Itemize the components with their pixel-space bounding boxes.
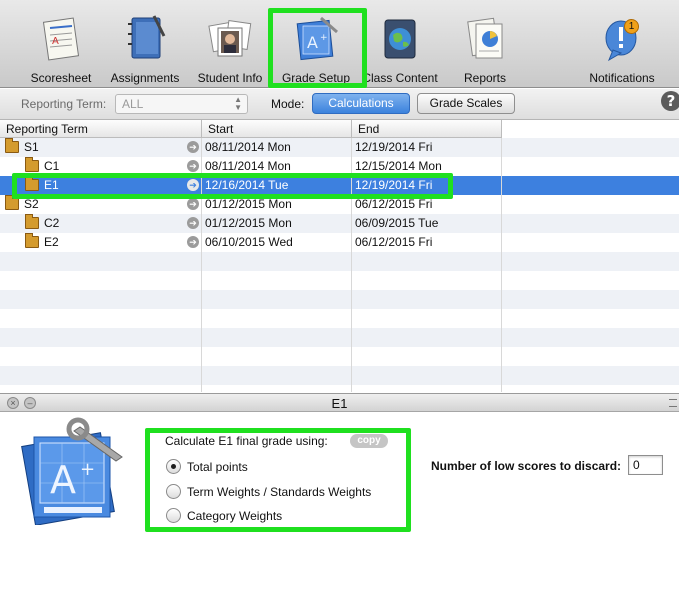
start-date: 01/12/2015 Mon xyxy=(205,216,292,230)
folder-icon xyxy=(25,233,39,248)
calculation-method-label: Calculate E1 final grade using: xyxy=(165,434,328,448)
low-scores-discard-label: Number of low scores to discard: xyxy=(431,459,622,473)
toolbar-student-info[interactable]: Student Info xyxy=(190,0,270,88)
toolbar-label: Assignments xyxy=(110,71,180,85)
toolbar-notifications[interactable]: 1 Notifications xyxy=(582,0,662,88)
go-arrow-icon[interactable]: ➔ xyxy=(187,141,199,153)
notifications-icon xyxy=(605,20,637,62)
toolbar-label: Notifications xyxy=(589,71,655,85)
term-name: S1 xyxy=(24,140,39,154)
column-header-reporting-term[interactable]: Reporting Term xyxy=(0,120,202,138)
term-name: E2 xyxy=(44,235,59,249)
scoresheet-icon: A xyxy=(42,17,80,61)
main-toolbar: A Scoresheet Assignments Student Info A … xyxy=(0,0,679,88)
start-date: 06/10/2015 Wed xyxy=(205,235,293,249)
svg-text:A: A xyxy=(52,36,59,47)
reporting-term-label: Reporting Term: xyxy=(21,97,107,111)
go-arrow-icon[interactable]: ➔ xyxy=(187,160,199,172)
grade-setup-blueprint-icon: A + xyxy=(21,417,123,525)
table-row-stripe xyxy=(0,252,679,271)
toolbar-class-content[interactable]: Class Content xyxy=(360,0,440,88)
column-divider xyxy=(501,138,502,392)
column-header-start[interactable]: Start xyxy=(202,120,352,138)
detail-pane-header: × – E1 xyxy=(0,393,679,412)
student-photos-icon xyxy=(208,20,252,57)
folder-icon xyxy=(5,195,19,210)
pane-title: E1 xyxy=(331,396,348,411)
notification-count-badge: 1 xyxy=(624,19,639,34)
reporting-term-select[interactable]: ALL ▲ ▼ xyxy=(115,94,248,114)
folder-icon xyxy=(25,214,39,229)
toolbar-label: Student Info xyxy=(197,71,263,85)
mode-label: Mode: xyxy=(271,97,305,111)
radio-label: Category Weights xyxy=(187,509,283,523)
radio-button[interactable] xyxy=(166,508,181,523)
assignments-notebook-icon xyxy=(128,15,166,59)
reporting-terms-table: Reporting Term Start End S1 ➔ 08/11/2014… xyxy=(0,120,679,392)
radio-label: Term Weights / Standards Weights xyxy=(187,485,372,499)
grade-setup-highlight xyxy=(268,8,367,88)
updown-arrows-icon: ▲ ▼ xyxy=(234,95,242,112)
table-row[interactable]: E2 ➔ 06/10/2015 Wed 06/12/2015 Fri xyxy=(0,233,679,252)
grade-scales-button[interactable]: Grade Scales xyxy=(417,93,515,114)
toolbar-reports[interactable]: Reports xyxy=(446,0,524,88)
toolbar-label: Reports xyxy=(463,71,507,85)
folder-icon xyxy=(5,138,19,153)
reports-chart-icon xyxy=(467,17,503,59)
end-date: 06/12/2015 Fri xyxy=(355,235,433,249)
svg-text:A: A xyxy=(50,458,76,502)
low-scores-discard-input[interactable]: 0 xyxy=(628,455,663,475)
column-header-end[interactable]: End xyxy=(352,120,502,138)
table-row[interactable]: S1 ➔ 08/11/2014 Mon 12/19/2014 Fri xyxy=(0,138,679,157)
radio-label: Total points xyxy=(187,460,248,474)
folder-icon xyxy=(25,157,39,172)
go-arrow-icon[interactable]: ➔ xyxy=(187,217,199,229)
radio-button-selected[interactable] xyxy=(166,459,181,474)
toolbar-scoresheet[interactable]: A Scoresheet xyxy=(20,0,102,88)
table-header: Reporting Term Start End xyxy=(0,120,502,138)
go-arrow-icon[interactable]: ➔ xyxy=(187,236,199,248)
toolbar-assignments[interactable]: Assignments xyxy=(104,0,186,88)
globe-icon xyxy=(384,19,416,59)
reporting-term-value: ALL xyxy=(122,97,144,111)
radio-button[interactable] xyxy=(166,484,181,499)
table-row-stripe xyxy=(0,290,679,309)
svg-text:+: + xyxy=(80,459,95,480)
end-date: 06/09/2015 Tue xyxy=(355,216,439,230)
table-row-stripe xyxy=(0,366,679,385)
selected-row-highlight xyxy=(12,173,453,199)
table-row-stripe xyxy=(0,328,679,347)
toolbar-label: Scoresheet xyxy=(30,71,92,85)
term-name: C2 xyxy=(44,216,60,230)
filter-bar: Reporting Term: ALL ▲ ▼ Mode: Calculation… xyxy=(0,89,679,120)
table-row[interactable]: C2 ➔ 01/12/2015 Mon 06/09/2015 Tue xyxy=(0,214,679,233)
go-arrow-icon[interactable]: ➔ xyxy=(187,198,199,210)
toolbar-label: Class Content xyxy=(362,71,438,85)
start-date: 08/11/2014 Mon xyxy=(205,140,291,154)
help-icon[interactable]: ? xyxy=(661,91,679,111)
calculations-button[interactable]: Calculations xyxy=(312,93,410,114)
copy-button[interactable]: copy xyxy=(350,434,388,448)
end-date: 12/19/2014 Fri xyxy=(355,140,433,154)
resize-grip-icon[interactable] xyxy=(669,399,677,407)
